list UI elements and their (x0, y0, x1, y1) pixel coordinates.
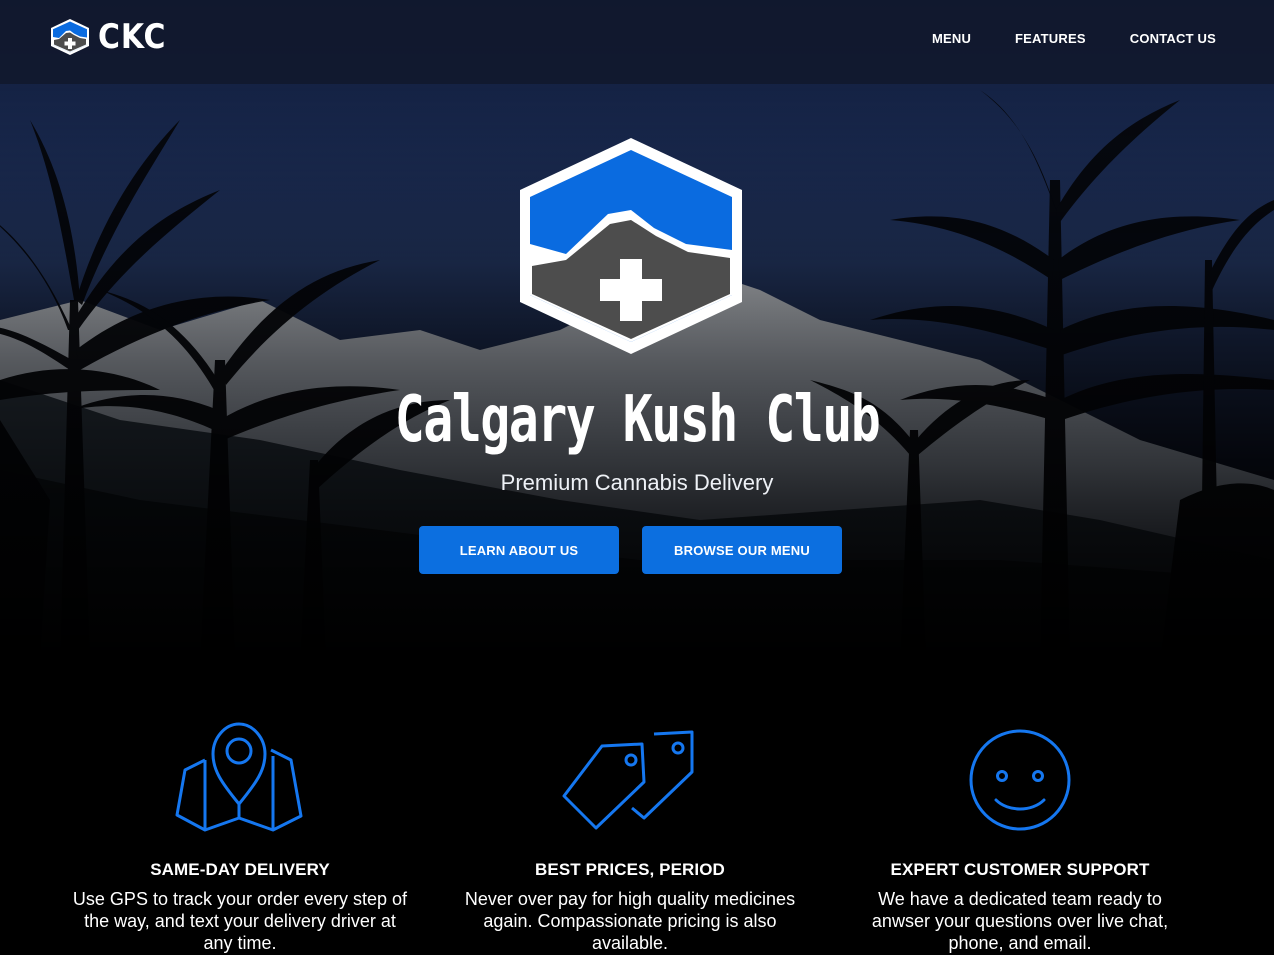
features-section: SAME-DAY DELIVERY Use GPS to track your … (0, 720, 1274, 955)
feature-title: SAME-DAY DELIVERY (150, 860, 330, 879)
hero-buttons: LEARN ABOUT US BROWSE OUR MENU (419, 526, 842, 574)
nav-links: MENU FEATURES CONTACT US (932, 31, 1216, 46)
map-pin-icon (175, 722, 303, 832)
brand-link[interactable]: CKC (50, 17, 176, 57)
feature-description: Never over pay for high quality medicine… (464, 889, 796, 953)
hero-subtitle: Premium Cannabis Delivery (500, 470, 774, 495)
feature-title: BEST PRICES, PERIOD (535, 860, 725, 879)
nav-item-features[interactable]: FEATURES (1015, 31, 1086, 46)
nav-item-menu[interactable]: MENU (932, 31, 971, 46)
hero-section: Calgary Kush Club Premium Cannabis Deliv… (0, 0, 1274, 660)
price-tags-icon (562, 730, 694, 830)
smiley-face-icon (969, 729, 1071, 831)
feature-best-prices: BEST PRICES, PERIOD Never over pay for h… (450, 720, 810, 954)
feature-same-day-delivery: SAME-DAY DELIVERY Use GPS to track your … (60, 720, 420, 954)
feature-customer-support: EXPERT CUSTOMER SUPPORT We have a dedica… (840, 720, 1200, 954)
feature-description: We have a dedicated team ready to anwser… (871, 889, 1169, 953)
learn-about-us-button[interactable]: LEARN ABOUT US (419, 526, 619, 574)
browse-menu-button[interactable]: BROWSE OUR MENU (642, 526, 842, 574)
hero-title: Calgary Kush Club (394, 383, 881, 457)
brand-name: CKC (98, 17, 167, 57)
page: Calgary Kush Club Premium Cannabis Deliv… (0, 0, 1274, 955)
feature-description: Use GPS to track your order every step o… (72, 889, 408, 953)
navbar: CKC MENU FEATURES CONTACT US (0, 0, 1274, 84)
feature-title: EXPERT CUSTOMER SUPPORT (890, 860, 1150, 879)
hero-logo-icon (520, 138, 742, 354)
brand-logo-icon (51, 19, 89, 55)
nav-item-contact-us[interactable]: CONTACT US (1130, 31, 1216, 46)
